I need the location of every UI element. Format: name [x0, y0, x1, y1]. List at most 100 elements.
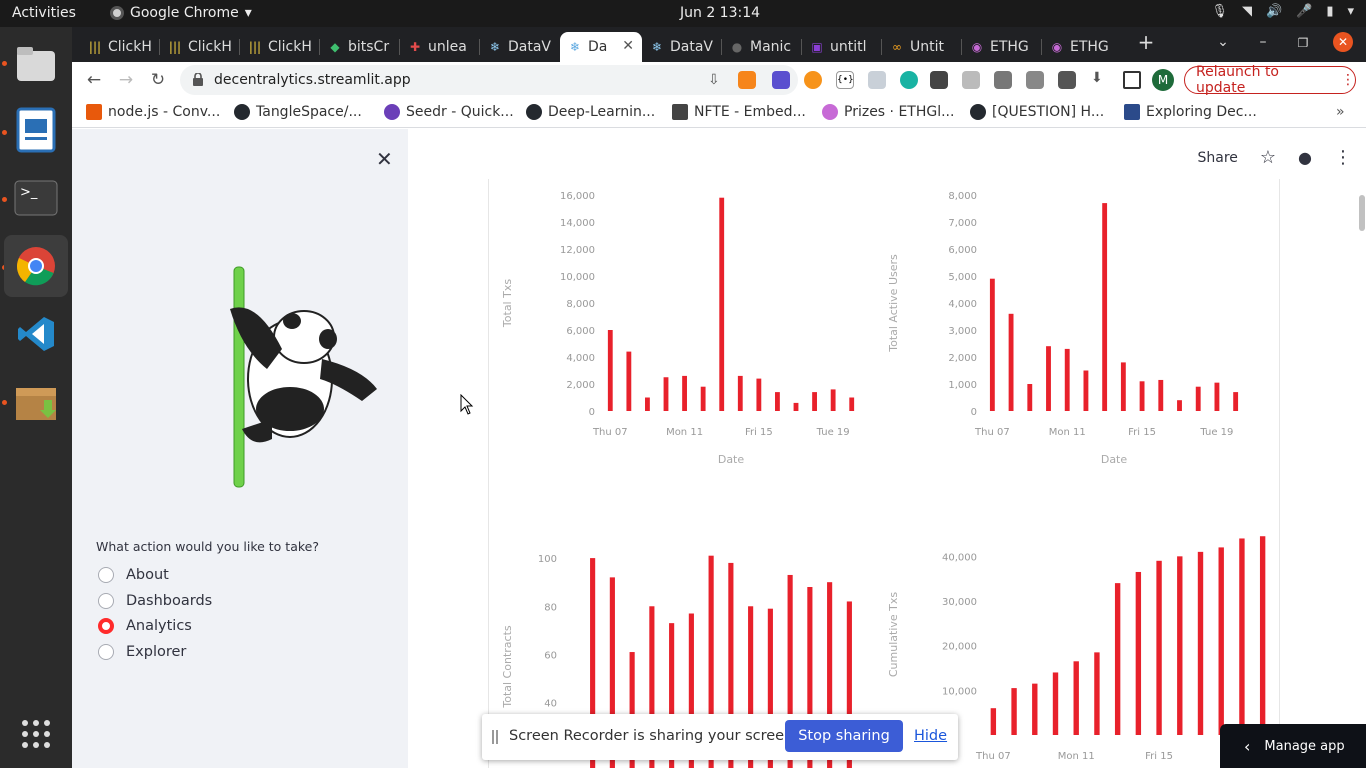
tab[interactable]: ||| ClickH	[240, 32, 320, 62]
tab-title: unlea	[428, 39, 467, 55]
bookmark-item[interactable]: Prizes · ETHGl...	[822, 104, 954, 120]
radio-button[interactable]	[98, 593, 114, 609]
close-tab-icon[interactable]: ✕	[622, 38, 634, 54]
restore-button[interactable]: ❐	[1292, 36, 1314, 50]
terminal-icon[interactable]: >_	[4, 167, 68, 229]
close-sidebar-icon[interactable]: ✕	[376, 147, 393, 171]
install-icon[interactable]: ⇩	[708, 72, 720, 88]
tab[interactable]: ❄ DataV	[480, 32, 560, 62]
chart-bar	[1011, 688, 1017, 735]
tab[interactable]: ◆ bitsCr	[320, 32, 400, 62]
tab[interactable]: ◉ ETHG	[1042, 32, 1122, 62]
writer-icon[interactable]	[4, 99, 68, 161]
dock: >_	[0, 27, 72, 768]
extension-icon[interactable]	[804, 71, 822, 89]
browser-toolbar: ← → ↻ decentralytics.streamlit.app ⇩ ⋖ ☆…	[72, 62, 1366, 98]
bookmark-item[interactable]: Exploring Dec...	[1124, 104, 1257, 120]
bookmark-item[interactable]: TangleSpace/...	[234, 104, 362, 120]
app-menu[interactable]: Google Chrome ▾	[110, 5, 252, 21]
extension-icon[interactable]	[900, 71, 918, 89]
x-tick-label: Thu 07	[975, 751, 1011, 762]
radio-label: About	[126, 567, 169, 583]
tab-active[interactable]: ❄ Da ✕	[560, 32, 642, 62]
bookmark-item[interactable]: NFTE - Embed...	[672, 104, 806, 120]
installer-icon[interactable]	[4, 371, 68, 433]
json-extension-icon[interactable]: {•}	[836, 71, 854, 89]
tds-icon	[1124, 104, 1140, 120]
hide-link[interactable]: Hide	[914, 728, 947, 744]
manage-app-button[interactable]: ‹ Manage app	[1220, 724, 1366, 768]
download-icon[interactable]: ⬇	[1091, 70, 1103, 86]
back-button[interactable]: ←	[84, 70, 104, 90]
extension-icon[interactable]	[1026, 71, 1044, 89]
tab[interactable]: ||| ClickH	[80, 32, 160, 62]
tab[interactable]: ||| ClickH	[160, 32, 240, 62]
radio-dashboards[interactable]: Dashboards	[98, 593, 212, 609]
tab[interactable]: ◉ ETHG	[962, 32, 1042, 62]
stop-sharing-button[interactable]: Stop sharing	[785, 720, 903, 752]
github-icon[interactable]: ●	[1298, 148, 1312, 167]
scrollbar-thumb[interactable]	[1359, 195, 1365, 231]
radio-explorer[interactable]: Explorer	[98, 644, 186, 660]
app-grid-icon[interactable]	[4, 703, 68, 765]
extension-icon[interactable]	[994, 71, 1012, 89]
tab-title: ClickH	[108, 39, 152, 55]
relaunch-button[interactable]: Relaunch to update ⋮	[1184, 64, 1356, 96]
bookmark-item[interactable]: [QUESTION] H...	[970, 104, 1104, 120]
bookmark-item[interactable]: Seedr - Quick...	[384, 104, 514, 120]
x-tick-label: Tue 19	[1199, 427, 1233, 438]
extension-icon[interactable]	[772, 71, 790, 89]
metamask-icon[interactable]	[738, 71, 756, 89]
side-panel-icon[interactable]	[1123, 71, 1141, 89]
radio-button[interactable]	[98, 567, 114, 583]
radio-about[interactable]: About	[98, 567, 169, 583]
system-top-bar: Activities Google Chrome ▾ Jun 2 13:14 🎙…	[0, 0, 1366, 27]
y-tick-label: 40,000	[942, 552, 977, 563]
chrome-dock-icon[interactable]	[4, 235, 68, 297]
kebab-menu-icon[interactable]: ⋮	[1334, 147, 1352, 168]
puzzle-icon[interactable]	[1058, 71, 1076, 89]
reload-button[interactable]: ↻	[148, 70, 168, 90]
new-tab-button[interactable]: +	[1135, 30, 1157, 54]
activities-button[interactable]: Activities	[12, 5, 76, 21]
tab[interactable]: ❄ DataV	[642, 32, 722, 62]
tab[interactable]: ✚ unlea	[400, 32, 480, 62]
clickhouse-icon: |||	[168, 40, 182, 54]
snowflake-icon: ❄	[651, 40, 663, 54]
clock[interactable]: Jun 2 13:14	[680, 5, 760, 21]
system-tray[interactable]: 🎙 ◥ 🔊 🎤 ▮ ▾	[1211, 4, 1354, 19]
share-button[interactable]: Share	[1197, 150, 1237, 166]
chart-bar	[1156, 560, 1162, 735]
bookmark-label: Seedr - Quick...	[406, 104, 514, 120]
more-bookmarks-icon[interactable]: »	[1336, 104, 1345, 120]
vscode-icon[interactable]	[4, 303, 68, 365]
bookmark-item[interactable]: Deep-Learnin...	[526, 104, 655, 120]
svg-text:>_: >_	[20, 185, 38, 200]
tab-title: bitsCr	[348, 39, 390, 55]
radio-button-selected[interactable]	[98, 618, 114, 634]
address-bar[interactable]: decentralytics.streamlit.app ⇩ ⋖ ☆	[180, 65, 798, 95]
y-tick-label: 30,000	[942, 597, 977, 608]
shield-icon[interactable]	[868, 71, 886, 89]
tab[interactable]: ▣ untitl	[802, 32, 882, 62]
infinity-icon: ∞	[892, 40, 902, 54]
seedr-icon	[384, 104, 400, 120]
radio-analytics[interactable]: Analytics	[98, 618, 192, 634]
tab-search-icon[interactable]: ⌄	[1212, 34, 1234, 50]
profile-avatar[interactable]: M	[1152, 69, 1174, 91]
tab[interactable]: ∞ Untit	[882, 32, 962, 62]
star-icon[interactable]: ☆	[1260, 147, 1276, 168]
minimize-button[interactable]: –	[1252, 34, 1274, 50]
drag-handle-icon[interactable]	[492, 730, 498, 744]
snowflake-icon: ❄	[569, 40, 581, 54]
extension-icon[interactable]	[930, 71, 948, 89]
forward-button[interactable]: →	[116, 70, 136, 90]
files-icon[interactable]	[4, 33, 68, 95]
extension-icon[interactable]	[962, 71, 980, 89]
tab[interactable]: ● Manic	[722, 32, 802, 62]
bookmark-item[interactable]: node.js - Conv...	[86, 104, 220, 120]
close-window-button[interactable]: ✕	[1333, 32, 1353, 52]
bookmarks-bar: node.js - Conv... TangleSpace/... Seedr …	[72, 98, 1366, 128]
bookmark-label: Exploring Dec...	[1146, 104, 1257, 120]
radio-button[interactable]	[98, 644, 114, 660]
